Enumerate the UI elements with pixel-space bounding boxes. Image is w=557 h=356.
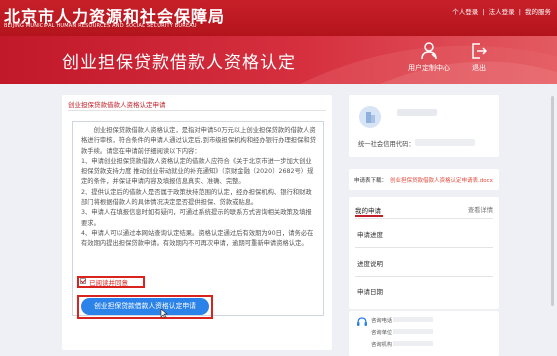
page-banner: 创业担保贷款借款人资格认定 用户定制中心 退出 bbox=[0, 36, 557, 84]
consult-unit-redacted bbox=[393, 329, 433, 334]
row-label-date: 申请日期 bbox=[357, 288, 383, 296]
divider bbox=[355, 247, 493, 248]
my-services-link[interactable]: 我的服务 bbox=[525, 8, 551, 16]
title-underline bbox=[355, 215, 383, 217]
consult-phone-redacted bbox=[393, 317, 433, 322]
credit-code-redacted bbox=[415, 139, 475, 146]
page-scrollbar[interactable] bbox=[551, 96, 554, 306]
view-details-link[interactable]: 查看详情 bbox=[468, 205, 493, 214]
notice-paragraph: 2、提供认定后的借款人是否属于政策扶持范围的认定，经办担保机构、银行和财政部门将… bbox=[81, 188, 312, 207]
brand-subtitle: BEIJING MUNICIPAL HUMAN RESOURCES AND SO… bbox=[4, 23, 197, 29]
row-label-progress-note: 进度说明 bbox=[357, 260, 383, 268]
organization-name-redacted bbox=[397, 109, 437, 116]
cursor-icon bbox=[160, 308, 168, 318]
link-separator: | bbox=[518, 8, 521, 16]
notice-paragraph: 3、申请人在填报信息时如有疑问，可通过系统提示的联系方式咨询相关政策及填报要求。 bbox=[81, 209, 312, 227]
consult-agency-redacted bbox=[393, 341, 433, 346]
download-link[interactable]: 创业担保贷款借款人资格认定申请表.docx bbox=[390, 176, 493, 184]
divider bbox=[355, 218, 493, 219]
logout-label: 退出 bbox=[472, 64, 486, 72]
building-icon bbox=[366, 112, 375, 123]
credit-code-label: 统一社会信用代码： bbox=[358, 141, 415, 148]
corporate-login-link[interactable]: 法人登录 bbox=[489, 8, 515, 16]
section-title: 创业担保贷款借款人资格认定申请 bbox=[68, 101, 166, 109]
my-application-card: 我的申请 查看详情 申请进度 进度说明 申请日期 bbox=[349, 197, 499, 309]
user-icon bbox=[421, 42, 437, 60]
agree-checkbox[interactable] bbox=[80, 278, 86, 284]
user-center-label: 用户定制中心 bbox=[408, 64, 450, 72]
notice-paragraph: 创业担保贷款借款人资格认定，是指对申请50万元以上创业担保贷款的借款人资格进行审… bbox=[81, 127, 316, 155]
my-application-title: 我的申请 bbox=[355, 207, 381, 215]
top-header: 北京市人力资源和社会保障局 BEIJING MUNICIPAL HUMAN RE… bbox=[0, 0, 557, 36]
notice-paragraph: 1、申请创业担保贷款借款人资格认定的借款人应符合《关于北京市进一步加大创业担保贷… bbox=[81, 157, 314, 186]
page-title: 创业担保贷款借款人资格认定 bbox=[62, 53, 296, 73]
download-label: 申请表下载： bbox=[354, 178, 388, 184]
apply-button[interactable]: 创业担保贷款借款人资格认定申请 bbox=[81, 298, 209, 315]
logout-button[interactable]: 退出 bbox=[454, 42, 504, 80]
logout-icon bbox=[472, 43, 487, 59]
link-separator: | bbox=[482, 8, 485, 16]
notice-paragraph: 4、申请人可以通过本网站查询认定结果。资格认定通过后有效期为90日，请务必在有效… bbox=[81, 229, 314, 248]
organization-avatar bbox=[359, 106, 381, 128]
notice-text: 创业担保贷款借款人资格认定，是指对申请50万元以上创业担保贷款的借款人资格进行审… bbox=[81, 126, 317, 250]
headset-icon bbox=[357, 317, 367, 326]
user-info-card: 统一社会信用代码： bbox=[349, 95, 499, 157]
row-label-progress: 申请进度 bbox=[357, 231, 383, 239]
personal-login-link[interactable]: 个人登录 bbox=[452, 8, 478, 16]
application-panel: 创业担保贷款借款人资格认定申请 创业担保贷款借款人资格认定，是指对申请50万元以… bbox=[62, 95, 332, 350]
top-links: 个人登录 | 法人登录 | 我的服务 bbox=[450, 6, 551, 16]
consult-card: 咨询电话： 咨询单位： 咨询机构： bbox=[349, 311, 499, 356]
agree-label[interactable]: 已阅读并同意 bbox=[89, 277, 128, 287]
divider bbox=[68, 110, 326, 111]
user-center-button[interactable]: 用户定制中心 bbox=[404, 42, 454, 80]
download-card: 申请表下载： 创业担保贷款借款人资格认定申请表.docx bbox=[349, 169, 499, 190]
divider bbox=[355, 276, 493, 277]
